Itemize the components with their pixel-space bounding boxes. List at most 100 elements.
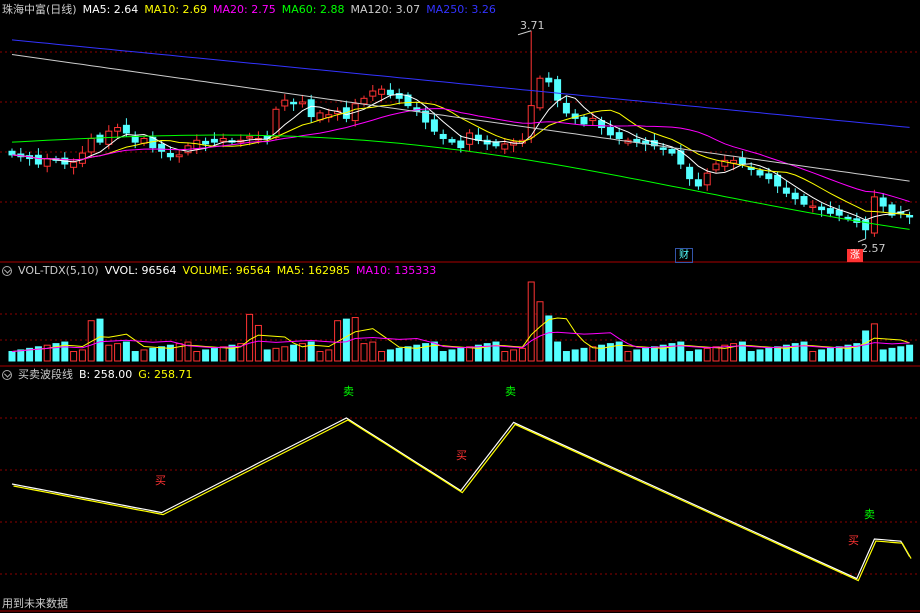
candle <box>826 208 834 214</box>
candle <box>430 119 438 132</box>
volume-panel-header: VOL-TDX(5,10) VVOL: 96564 VOLUME: 96564 MA5… <box>2 263 448 279</box>
wave-b-line <box>11 417 911 580</box>
candle <box>703 172 711 186</box>
candle <box>686 166 694 180</box>
stock-chart-window: 珠海中富(日线) MA5: 2.64 MA10: 2.69 MA20: 2.75 MA6… <box>0 0 920 613</box>
candle <box>765 173 773 180</box>
volume-bar <box>633 349 641 362</box>
volume-bar <box>70 351 78 362</box>
stock-title[interactable]: 珠海中富(日线) <box>2 3 77 16</box>
volume-bar <box>439 351 447 362</box>
candle <box>844 216 852 220</box>
volume-bar <box>518 347 526 362</box>
volume-indicator: MA5: 162985 <box>276 264 351 277</box>
volume-bar <box>378 351 386 362</box>
volume-bar <box>554 341 562 362</box>
chart-canvas <box>0 30 920 612</box>
candle <box>791 192 799 200</box>
volume-indicator: MA10: 135333 <box>356 264 437 277</box>
main-indicator: MA120: 3.07 <box>350 3 421 16</box>
volume-bar <box>219 346 227 362</box>
volume-bar <box>281 346 289 362</box>
volume-bar <box>835 346 843 362</box>
volume-bar <box>386 349 394 362</box>
wave-indicator: B: 258.00 <box>79 368 133 381</box>
candle <box>756 170 764 176</box>
candle <box>210 138 218 143</box>
buy-signal-label: 买 <box>848 534 859 547</box>
indicator-menu-icon[interactable] <box>2 266 12 276</box>
sell-signal-label: 卖 <box>505 385 516 398</box>
wave-indicator: G: 258.71 <box>138 368 193 381</box>
volume-bar <box>140 349 148 362</box>
main-indicator: MA60: 2.88 <box>281 3 345 16</box>
candle <box>712 163 720 171</box>
volume-indicator: VOLUME: 96564 <box>182 264 271 277</box>
wave-title[interactable]: 买卖波段线 <box>18 368 73 381</box>
candle <box>246 136 254 139</box>
volume-bar <box>193 351 201 362</box>
volume-bar <box>527 281 535 362</box>
volume-bar <box>703 347 711 362</box>
candle <box>870 196 878 234</box>
candle <box>202 140 210 145</box>
candle <box>386 89 394 96</box>
volume-bar <box>342 318 350 362</box>
candle <box>8 150 16 156</box>
candle <box>554 79 562 101</box>
volume-bar <box>263 349 271 362</box>
volume-bar <box>826 347 834 362</box>
volume-bar <box>712 346 720 362</box>
main-indicator: MA250: 3.26 <box>426 3 496 16</box>
wave-panel-header: 买卖波段线 B: 258.00 G: 258.71 <box>2 367 204 383</box>
volume-bar <box>862 330 870 362</box>
candle <box>545 77 553 83</box>
candle <box>562 102 570 114</box>
candle <box>87 137 95 153</box>
candle <box>536 77 544 109</box>
candle <box>378 88 386 95</box>
volume-bar <box>290 344 298 362</box>
ma250-line <box>11 39 910 128</box>
volume-title[interactable]: VOL-TDX(5,10) <box>18 264 99 277</box>
limit-up-badge[interactable]: 涨 <box>847 249 863 262</box>
volume-bar <box>131 351 139 362</box>
candle <box>369 90 377 97</box>
volume-bar <box>395 347 403 362</box>
candle <box>360 97 368 105</box>
volume-bar <box>765 347 773 362</box>
volume-bar <box>624 351 632 362</box>
volume-indicator: VVOL: 96564 <box>104 264 177 277</box>
candle <box>818 206 826 211</box>
main-panel-header: 珠海中富(日线) MA5: 2.64 MA10: 2.69 MA20: 2.75 MA6… <box>2 2 508 18</box>
candle <box>439 133 447 139</box>
candle <box>738 157 746 165</box>
candle <box>43 158 51 167</box>
volume-bar <box>545 315 553 362</box>
candle <box>166 152 174 158</box>
volume-bar <box>149 347 157 362</box>
volume-bar <box>360 343 368 362</box>
volume-bar <box>105 344 113 362</box>
volume-bar <box>158 346 166 362</box>
candle <box>448 139 456 143</box>
volume-bar <box>210 347 218 362</box>
indicator-menu-icon[interactable] <box>2 370 12 380</box>
volume-bar <box>369 341 377 362</box>
candle <box>879 197 887 207</box>
ma120-line <box>11 54 910 182</box>
main-indicator: MA5: 2.64 <box>82 3 139 16</box>
volume-bar <box>114 343 122 362</box>
volume-bar <box>589 346 597 362</box>
volume-bar <box>466 346 474 362</box>
volume-bar <box>562 351 570 362</box>
ma5-line <box>11 93 910 221</box>
candle <box>580 116 588 125</box>
candle <box>668 148 676 154</box>
low-price-label: 2.57 <box>861 242 886 255</box>
volume-bar <box>510 349 518 362</box>
volume-bar <box>448 349 456 362</box>
candle <box>122 124 130 134</box>
volume-bar <box>571 349 579 362</box>
finance-badge[interactable]: 财 <box>675 248 693 263</box>
